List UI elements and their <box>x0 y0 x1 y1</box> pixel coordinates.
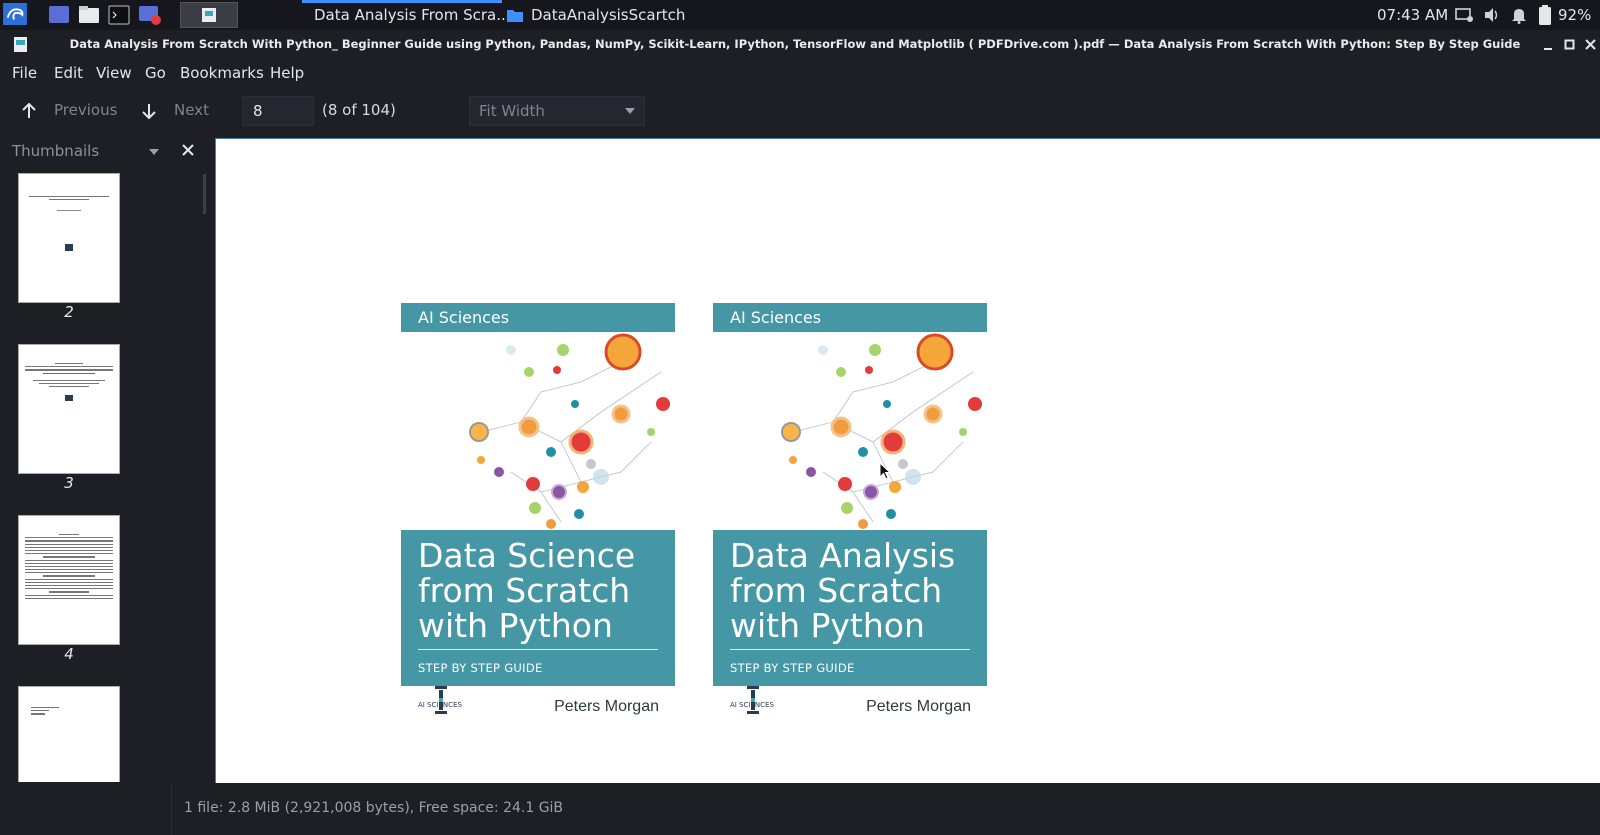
menu-bookmarks[interactable]: Bookmarks <box>180 64 264 82</box>
thumbnail-page-3[interactable] <box>18 344 120 474</box>
menu-file[interactable]: File <box>12 64 37 82</box>
arrow-down-icon <box>142 104 156 119</box>
sidebar-title: Thumbnails <box>12 142 100 160</box>
cover-author: Peters Morgan <box>866 698 971 715</box>
thumbnail-page-number: 3 <box>64 474 74 492</box>
arrow-up-icon <box>22 103 36 118</box>
screen-recorder-icon[interactable] <box>138 4 162 26</box>
battery-icon[interactable] <box>1538 5 1552 25</box>
cover-rule <box>730 649 970 650</box>
cover-subtitle: STEP BY STEP GUIDE <box>418 661 543 675</box>
close-icon[interactable] <box>1585 39 1597 51</box>
minimize-icon[interactable] <box>1543 40 1555 52</box>
terminal-icon[interactable] <box>108 4 130 26</box>
thumbnail-page-4[interactable] <box>18 515 120 645</box>
molecule-network-illustration <box>469 333 670 529</box>
cover-logo-text: AI SCIENCES <box>730 701 774 709</box>
statusbar: 1 file: 2.8 MiB (2,921,008 bytes), Free … <box>0 784 1600 835</box>
zoom-select[interactable]: Fit Width <box>469 96 645 126</box>
ai-sciences-logo-icon <box>747 686 759 714</box>
maximize-icon[interactable] <box>1564 39 1576 51</box>
document-viewer-icon <box>202 8 216 22</box>
kali-menu-icon[interactable] <box>2 3 28 25</box>
thumbnail-page-number: 2 <box>64 303 74 321</box>
thumbnails-sidebar: Thumbnails 2 3 4 <box>0 138 213 782</box>
document-page[interactable]: AI Sciences Data Science from Scratch wi… <box>215 138 1600 783</box>
cover-title-band: Data Science from Scratch with Python ST… <box>401 530 675 686</box>
menu-go[interactable]: Go <box>145 64 166 82</box>
file-manager-icon[interactable] <box>78 4 100 26</box>
zoom-value: Fit Width <box>479 102 545 120</box>
next-label: Next <box>174 101 209 119</box>
page-count: (8 of 104) <box>322 101 396 119</box>
statusbar-divider <box>171 784 172 835</box>
cover-publisher: AI Sciences <box>713 303 987 332</box>
taskbar: Data Analysis From Scra... DataAnalysisS… <box>0 0 1600 30</box>
screen-icon[interactable] <box>1455 7 1473 23</box>
cover-title: Data Science from Scratch with Python <box>418 536 636 645</box>
file-info-status: 1 file: 2.8 MiB (2,921,008 bytes), Free … <box>184 800 564 816</box>
cover-title: Data Analysis from Scratch with Python <box>730 536 956 645</box>
desktop-icon[interactable] <box>48 4 70 26</box>
cover-logo-text: AI SCIENCES <box>418 701 462 709</box>
sidebar-dropdown-icon[interactable] <box>149 149 159 155</box>
next-button[interactable]: Next <box>136 94 216 128</box>
chevron-down-icon <box>625 108 635 114</box>
menu-edit[interactable]: Edit <box>54 64 83 82</box>
menu-help[interactable]: Help <box>270 64 304 82</box>
notification-bell-icon[interactable] <box>1511 7 1527 24</box>
cover-rule <box>418 649 658 650</box>
previous-button[interactable]: Previous <box>18 94 118 128</box>
battery-percent: 92% <box>1558 6 1592 24</box>
thumbnail-page-2[interactable] <box>18 173 120 303</box>
page-number-input[interactable]: 8 <box>242 96 314 126</box>
taskbar-task-folder[interactable]: DataAnalysisScartch <box>507 0 697 30</box>
ai-sciences-logo-icon <box>435 686 447 714</box>
sidebar-scrollbar[interactable] <box>203 174 206 214</box>
volume-icon[interactable] <box>1483 7 1501 23</box>
cover-subtitle: STEP BY STEP GUIDE <box>730 661 855 675</box>
book-cover-data-science: AI Sciences Data Science from Scratch wi… <box>401 303 675 727</box>
taskbar-task-label: DataAnalysisScartch <box>531 6 686 24</box>
thumbnail-page-number: 4 <box>64 645 74 663</box>
sidebar-close-icon[interactable] <box>182 144 194 156</box>
menubar: File Edit View Go Bookmarks Help <box>0 60 1600 88</box>
taskbar-window-preview[interactable] <box>180 2 238 28</box>
thumbnail-page-5[interactable] <box>18 686 120 782</box>
taskbar-task-document-viewer[interactable]: Data Analysis From Scra... <box>306 0 506 30</box>
window-title: Data Analysis From Scratch With Python_ … <box>69 37 1521 51</box>
toolbar: Previous Next 8 (8 of 104) Fit Width <box>0 90 1600 132</box>
mouse-cursor-icon <box>879 462 891 480</box>
molecule-network-illustration <box>781 333 982 529</box>
menu-view[interactable]: View <box>96 64 132 82</box>
taskbar-task-label: Data Analysis From Scra... <box>314 6 506 24</box>
previous-label: Previous <box>54 101 118 119</box>
cover-author: Peters Morgan <box>554 698 659 715</box>
window-titlebar[interactable]: Data Analysis From Scratch With Python_ … <box>0 30 1600 60</box>
cover-title-band: Data Analysis from Scratch with Python S… <box>713 530 987 686</box>
cover-publisher: AI Sciences <box>401 303 675 332</box>
clock[interactable]: 07:43 AM <box>1377 0 1448 30</box>
folder-icon <box>507 10 523 22</box>
book-cover-data-analysis: AI Sciences Data Analysis from Scratch w… <box>713 303 987 727</box>
app-icon <box>14 37 27 52</box>
